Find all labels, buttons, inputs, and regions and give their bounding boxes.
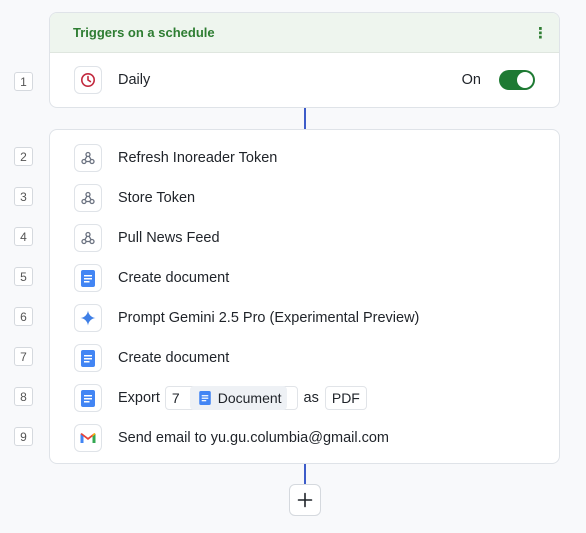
step-label: Send email to yu.gu.columbia@gmail.com [118, 430, 390, 446]
webhook-icon [74, 144, 102, 172]
enable-toggle[interactable] [499, 70, 535, 90]
google-docs-icon [74, 384, 102, 412]
webhook-icon [74, 224, 102, 252]
step-number: 2 [14, 147, 33, 166]
step-number: 5 [14, 267, 33, 286]
step-number: 8 [14, 387, 33, 406]
plus-icon [297, 492, 313, 508]
gemini-icon [74, 304, 102, 332]
connector-line [304, 464, 306, 484]
trigger-card[interactable]: Triggers on a schedule ⋮ Daily On [49, 12, 560, 108]
format-pill[interactable]: PDF [324, 386, 367, 410]
connector-line [304, 108, 306, 129]
export-step: Export 7 Document as PDF [118, 386, 371, 410]
export-middle: as [303, 390, 319, 406]
step-reference-pill[interactable]: 7 Document [164, 386, 298, 410]
trigger-title: Triggers on a schedule [73, 25, 215, 40]
step-row[interactable]: Store Token [74, 184, 535, 212]
toggle-label: On [461, 72, 481, 88]
step-number: 7 [14, 347, 33, 366]
export-prefix: Export [118, 390, 160, 406]
step-row[interactable]: Create document [74, 264, 535, 292]
trigger-row[interactable]: Daily On [74, 66, 535, 94]
trigger-header: Triggers on a schedule ⋮ [50, 13, 559, 53]
step-number: 4 [14, 227, 33, 246]
reference-step-number: 7 [171, 390, 180, 406]
step-row[interactable]: Send email to yu.gu.columbia@gmail.com [74, 424, 535, 452]
step-label: Refresh Inoreader Token [118, 150, 278, 166]
trigger-label: Daily [118, 72, 151, 88]
step-number: 1 [14, 72, 33, 91]
gmail-icon [74, 424, 102, 452]
toggle-knob [517, 72, 533, 88]
more-options-icon[interactable]: ⋮ [533, 24, 548, 42]
step-row[interactable]: Export 7 Document as PDF [74, 384, 535, 412]
reference-document-label: Document [217, 390, 282, 406]
step-label: Create document [118, 270, 230, 286]
webhook-icon [74, 184, 102, 212]
step-row[interactable]: Prompt Gemini 2.5 Pro (Experimental Prev… [74, 304, 535, 332]
step-number: 6 [14, 307, 33, 326]
add-step-button[interactable] [289, 484, 321, 516]
step-row[interactable]: Create document [74, 344, 535, 372]
step-number: 3 [14, 187, 33, 206]
clock-icon [74, 66, 102, 94]
step-label: Pull News Feed [118, 230, 220, 246]
step-label: Store Token [118, 190, 196, 206]
toggle-group: On [462, 70, 535, 90]
reference-document-chip: Document [189, 386, 287, 410]
google-docs-icon [74, 264, 102, 292]
step-number: 9 [14, 427, 33, 446]
step-label: Prompt Gemini 2.5 Pro (Experimental Prev… [118, 310, 420, 326]
step-row[interactable]: Pull News Feed [74, 224, 535, 252]
step-row[interactable]: Refresh Inoreader Token [74, 144, 535, 172]
steps-card: Refresh Inoreader Token Store Token Pull… [49, 129, 560, 464]
google-docs-icon [198, 391, 211, 405]
step-label: Create document [118, 350, 230, 366]
google-docs-icon [74, 344, 102, 372]
